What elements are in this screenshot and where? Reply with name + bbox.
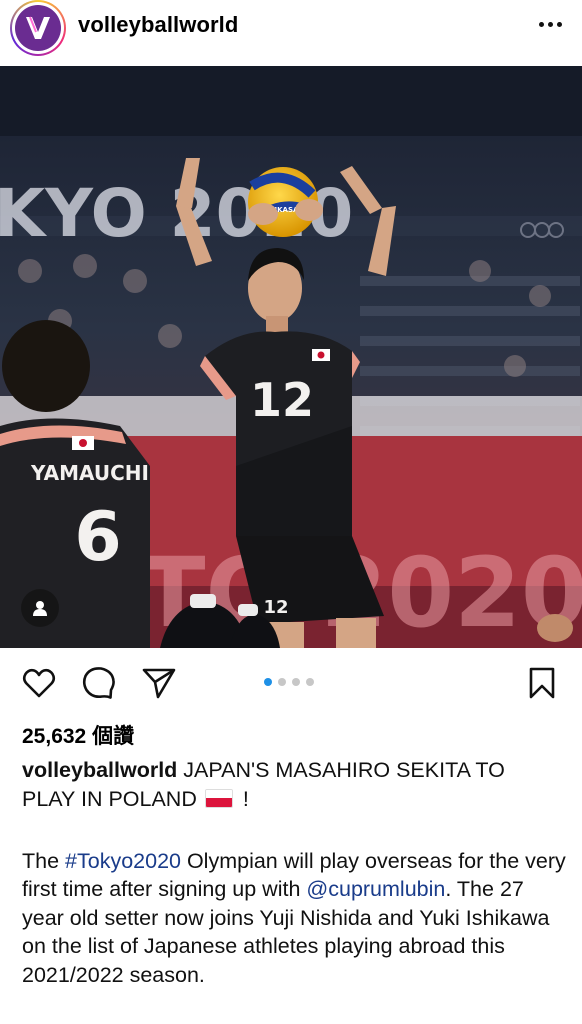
caption-username[interactable]: volleyballworld	[22, 758, 177, 782]
post-header: volleyballworld	[0, 0, 582, 66]
more-dots-icon[interactable]	[539, 14, 562, 34]
setter-jersey-number: 12	[250, 373, 314, 427]
mention-link[interactable]: @cuprumlubin	[306, 877, 445, 901]
carousel-dot[interactable]	[264, 678, 272, 686]
likes-count[interactable]: 25,632 個讚	[22, 720, 134, 750]
avatar[interactable]	[10, 0, 66, 56]
carousel-indicator	[264, 678, 314, 686]
post-username[interactable]: volleyballworld	[78, 12, 238, 38]
left-player-number: 6	[74, 498, 121, 577]
heart-icon[interactable]	[20, 664, 58, 702]
left-player-name: YAMAUCHI	[30, 461, 149, 485]
caption-headline: volleyballworld JAPAN'S MASAHIRO SEKITA …	[22, 756, 562, 813]
comment-bubble-icon[interactable]	[80, 664, 118, 702]
hashtag-link[interactable]: #Tokyo2020	[65, 849, 181, 873]
setter-shorts-number: 12	[263, 597, 288, 618]
post-image[interactable]: KYO 2020 TO 2020 12 12 MIKASA YAMAUCHI 6	[0, 66, 582, 648]
volleyball-world-logo-icon	[15, 5, 61, 51]
bookmark-icon[interactable]	[523, 664, 561, 702]
carousel-dot[interactable]	[292, 678, 300, 686]
caption-body-text: The	[22, 849, 66, 873]
caption-headline-end: !	[236, 786, 249, 811]
person-icon[interactable]	[21, 589, 59, 627]
carousel-dot[interactable]	[278, 678, 286, 686]
caption-body: The #Tokyo2020 Olympian will play overse…	[22, 847, 567, 989]
action-bar	[0, 664, 582, 704]
carousel-dot[interactable]	[306, 678, 314, 686]
poland-flag-icon	[204, 788, 233, 808]
paper-plane-icon[interactable]	[140, 664, 178, 702]
